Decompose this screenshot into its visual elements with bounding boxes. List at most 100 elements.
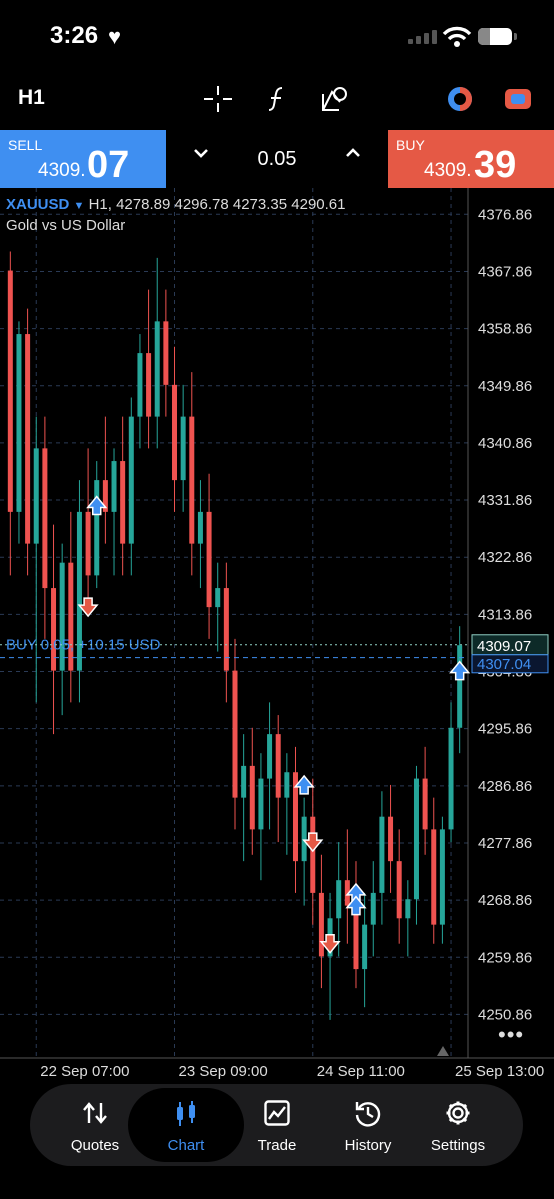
candle-body xyxy=(172,384,178,481)
time-axis-label: 25 Sep 13:00 xyxy=(455,1063,544,1080)
candle-body xyxy=(370,892,376,925)
chart-icon xyxy=(177,1101,195,1126)
trade-panel: SELL 4309. 07 0.05 BUY 4309. 39 xyxy=(0,130,554,188)
price-axis-label: 4286.86 xyxy=(478,778,532,795)
timeframe-button[interactable]: H1 xyxy=(18,86,45,110)
heart-icon: ♥ xyxy=(108,24,122,49)
candle-body xyxy=(310,816,316,893)
increase-lot-button[interactable] xyxy=(344,144,362,167)
candle-body xyxy=(258,778,264,830)
buy-marker-icon xyxy=(449,660,471,681)
tab-label: Settings xyxy=(430,1137,486,1154)
candle-body xyxy=(439,829,445,925)
price-axis-label: 4322.86 xyxy=(478,549,532,566)
history-icon xyxy=(355,1102,381,1127)
candle-body xyxy=(68,562,74,671)
chart-shift-icon xyxy=(437,1046,449,1056)
buy-button[interactable]: BUY 4309. 39 xyxy=(388,130,554,188)
chart-area[interactable]: 4376.86 4367.86 4358.86 4349.86 4340.86 4331.… xyxy=(0,188,554,1085)
ohlc-values: H1, 4278.89 4296.78 4273.35 4290.61 xyxy=(88,196,346,213)
candle-body xyxy=(25,334,31,544)
candle-body xyxy=(111,461,117,512)
trade-icon xyxy=(264,1100,290,1126)
candle-body xyxy=(120,461,126,544)
candle-body xyxy=(379,816,385,893)
candle-body xyxy=(180,416,186,481)
candle-body xyxy=(405,899,411,919)
candle-body xyxy=(388,816,394,862)
buy-label: BUY xyxy=(396,137,425,153)
candle-body xyxy=(275,734,281,798)
candle-body xyxy=(431,829,437,925)
indicators-icon[interactable] xyxy=(262,84,294,114)
chart-toolbar: H1 xyxy=(0,74,554,122)
candle-body xyxy=(318,892,324,957)
time-axis-label: 24 Sep 11:00 xyxy=(317,1063,405,1080)
tab-label: Trade xyxy=(257,1137,297,1154)
objects-icon[interactable] xyxy=(320,84,352,114)
tab-bar: Quotes Chart Trade History Settings xyxy=(30,1084,523,1166)
price-axis-label: 4349.86 xyxy=(478,378,532,395)
tab-trade[interactable]: Trade xyxy=(232,1084,322,1166)
tab-label: Quotes xyxy=(70,1137,120,1154)
caret-down-icon[interactable]: ▼ xyxy=(74,200,85,212)
candle-body xyxy=(396,861,402,919)
price-axis-label: 4331.86 xyxy=(478,492,532,509)
buy-price-big: 39 xyxy=(474,144,517,186)
candle-body xyxy=(85,511,91,576)
candle-body xyxy=(51,588,57,671)
candle-body xyxy=(232,670,238,798)
chevron-up-icon xyxy=(346,148,360,157)
price-chart[interactable]: 4376.86 4367.86 4358.86 4349.86 4340.86 4331.… xyxy=(0,188,554,1085)
candle-body xyxy=(128,416,134,544)
candle-body xyxy=(59,562,65,671)
candle-body xyxy=(7,270,13,512)
candle-body xyxy=(223,588,229,671)
candle-body xyxy=(284,772,290,798)
more-options-icon[interactable]: ••• xyxy=(498,1022,524,1048)
sell-button[interactable]: SELL 4309. 07 xyxy=(0,130,166,188)
price-axis-label: 4358.86 xyxy=(478,321,532,338)
one-click-trading-icon[interactable] xyxy=(444,84,476,114)
candle-body xyxy=(154,321,160,417)
battery-icon xyxy=(478,28,512,45)
candle-body xyxy=(163,321,169,385)
candle-body xyxy=(241,765,247,798)
buy-price-small: 4309. xyxy=(424,160,472,181)
tab-chart[interactable]: Chart xyxy=(141,1084,231,1166)
price-axis-label: 4340.86 xyxy=(478,435,532,452)
crosshair-icon[interactable] xyxy=(202,84,234,114)
candle-body xyxy=(301,816,307,862)
lot-selector: 0.05 xyxy=(166,130,388,188)
price-axis-label: 4367.86 xyxy=(478,263,532,280)
candle-body xyxy=(206,511,212,608)
candle-body xyxy=(215,588,221,608)
candle-body xyxy=(146,353,152,417)
position-label: BUY 0.05, +10.15 USD xyxy=(6,637,161,654)
tab-history[interactable]: History xyxy=(323,1084,413,1166)
candle-body xyxy=(197,511,203,544)
price-axis-label: 4259.86 xyxy=(478,949,532,966)
tab-settings[interactable]: Settings xyxy=(413,1084,503,1166)
candle-body xyxy=(137,353,143,417)
candle-body xyxy=(267,734,273,779)
trade-mode-icon[interactable] xyxy=(502,84,534,114)
time-axis-label: 22 Sep 07:00 xyxy=(40,1063,129,1080)
candle-body xyxy=(33,448,39,544)
status-bar: 3:26 ♥ xyxy=(0,0,554,74)
candle-body xyxy=(16,334,22,512)
symbol-name[interactable]: XAUUSD xyxy=(6,196,69,213)
sell-price-small: 4309. xyxy=(38,160,86,181)
price-axis-label: 4277.86 xyxy=(478,835,532,852)
tab-label: Chart xyxy=(167,1137,205,1154)
status-time: 3:26 xyxy=(50,22,99,49)
symbol-description: Gold vs US Dollar xyxy=(6,217,126,234)
price-axis-label: 4250.86 xyxy=(478,1006,532,1023)
candle-body xyxy=(413,778,419,900)
symbol-header[interactable]: XAUUSD ▼ H1, 4278.89 4296.78 4273.35 429… xyxy=(6,196,345,213)
tab-quotes[interactable]: Quotes xyxy=(50,1084,140,1166)
candle-body xyxy=(422,778,428,830)
time-axis-label: 23 Sep 09:00 xyxy=(179,1063,268,1080)
price-axis-label: 4295.86 xyxy=(478,721,532,738)
candle-body xyxy=(362,924,368,970)
